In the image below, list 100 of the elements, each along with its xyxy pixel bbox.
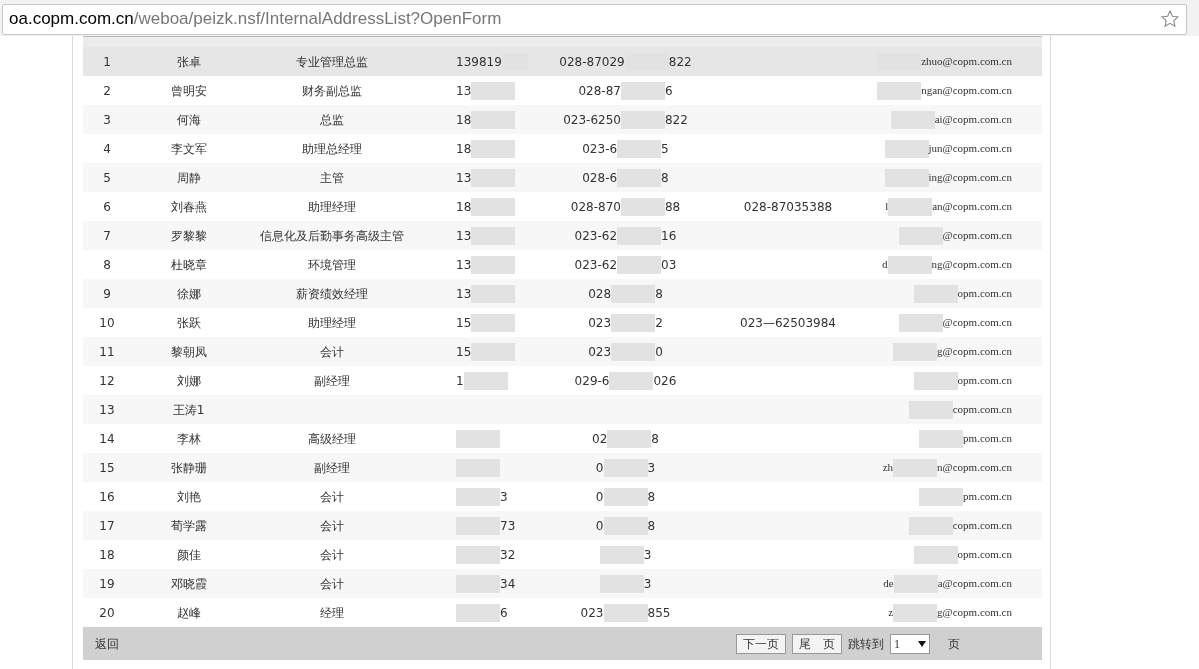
table-row[interactable]: 5 周静 主管 13 028-6 8 ing@copm.com.cn [83, 163, 1042, 192]
cell-text: 8 [655, 285, 663, 303]
cell-text: 8 [647, 488, 656, 506]
page-unit: 页 [948, 635, 960, 653]
page-select[interactable]: 1 [890, 633, 930, 654]
name-cell-text: 赵峰 [176, 604, 201, 622]
redaction-block [603, 487, 648, 506]
cell-text: 8 [661, 169, 669, 187]
table-row[interactable]: 13 王涛1 copm.com.cn [83, 395, 1042, 424]
cell-text: 3 [643, 575, 652, 593]
cell-text: de [883, 576, 894, 592]
title-cell-text: 信息化及后勤事务高级主管 [260, 227, 404, 245]
cell-text: 8 [651, 430, 659, 448]
redaction-block [919, 487, 964, 506]
cell-text: 34 [500, 575, 516, 593]
title-cell-text: 会计 [320, 488, 344, 506]
table-row[interactable]: 17 荀学露 会计 73 0 8 copm.com.cn [83, 511, 1042, 540]
cell-text: l [885, 199, 889, 215]
cell-text: @copm.com.cn [942, 315, 1012, 331]
redaction-block [456, 603, 500, 622]
cell-text: g@copm.com.cn [937, 605, 1012, 621]
redaction-block [603, 603, 648, 622]
cell-text: 13 [456, 285, 472, 303]
table-row[interactable]: 3 何海 总监 18 023-6250 822 ai@copm.com.cn [83, 105, 1042, 134]
table-row[interactable]: 1 张卓 专业管理总监 139819 028-87029 822 zhuo@copm.com.cn [83, 47, 1042, 76]
cell-text: opm.com.cn [957, 286, 1012, 302]
table-row[interactable]: 19 邓晓霞 会计 34 3 de a@copm.com.cn [83, 569, 1042, 598]
redaction-block [893, 603, 938, 622]
dropdown-arrow-icon [918, 640, 926, 647]
table-row[interactable]: 11 黎朝凤 会计 15 023 0 g@copm.com.cn [83, 337, 1042, 366]
cell-text: ngan@copm.com.cn [921, 83, 1012, 99]
star-icon[interactable] [1160, 9, 1180, 29]
cell-text: 1 [456, 372, 464, 390]
name-cell-text: 刘艳 [176, 488, 201, 506]
table-row[interactable]: 7 罗黎黎 信息化及后勤事务高级主管 13 023-62 16 @copm.com.cn [83, 221, 1042, 250]
address-bar[interactable]: oa.copm.com.cn/weboa/peizk.nsf/InternalAddressList?OpenForm [2, 3, 1187, 35]
cell-text: 822 [668, 53, 692, 71]
cell-text: 3 [643, 546, 652, 564]
cell-text: g@copm.com.cn [937, 344, 1012, 360]
cell-text: ng@copm.com.cn [931, 257, 1012, 273]
title-cell-text: 会计 [320, 517, 344, 535]
cell-text: 13 [456, 82, 472, 100]
cell-text: 18 [456, 140, 472, 158]
name-cell-text: 张卓 [176, 53, 201, 71]
cell-text: d [882, 257, 888, 273]
row-number: 15 [99, 459, 115, 477]
redaction-block [620, 197, 665, 216]
table-row[interactable]: 15 张静珊 副经理 0 3 zh n@copm.com.cn [83, 453, 1042, 482]
name-cell-text: 王涛1 [172, 401, 205, 419]
row-number: 12 [99, 372, 115, 390]
cell-text: copm.com.cn [952, 402, 1012, 418]
cell-text: opm.com.cn [957, 373, 1012, 389]
row-number: 4 [103, 140, 111, 158]
row-number: 18 [99, 546, 115, 564]
redaction-block [609, 371, 654, 390]
row-number: 20 [99, 604, 115, 622]
row-number: 13 [99, 401, 115, 419]
redaction-block [919, 429, 964, 448]
next-page-button[interactable]: 下一页 [736, 633, 786, 654]
name-cell-text: 颜佳 [176, 546, 201, 564]
title-cell-text: 财务副总监 [302, 82, 362, 100]
url-host: oa.copm.com.cn [9, 8, 134, 31]
cell-text: 855 [647, 604, 671, 622]
title-cell-text: 专业管理总监 [296, 53, 368, 71]
cell-text: 028-87 [578, 82, 621, 100]
cell-text: 0 [595, 488, 604, 506]
row-number: 16 [99, 488, 115, 506]
redaction-block [607, 429, 652, 448]
cell-text: 822 [664, 111, 688, 129]
cell-text: 02 [592, 430, 608, 448]
title-cell-text: 会计 [320, 546, 344, 564]
title-cell-text: 副经理 [314, 372, 350, 390]
row-number: 8 [103, 256, 111, 274]
redaction-block [888, 197, 933, 216]
row-number: 5 [103, 169, 111, 187]
title-cell-text: 经理 [320, 604, 344, 622]
cell-text: 18 [456, 111, 472, 129]
cell-text: 15 [456, 314, 472, 332]
cell-text: 023-6250 [563, 111, 621, 129]
last-page-button[interactable]: 尾 页 [792, 633, 842, 654]
title-cell-text: 会计 [320, 343, 344, 361]
title-cell-text: 薪资绩效经理 [296, 285, 368, 303]
cell-text: 023 [588, 343, 612, 361]
row-number: 11 [99, 343, 115, 361]
redaction-block [884, 139, 929, 158]
redaction-block [887, 255, 932, 274]
back-link[interactable]: 返回 [95, 634, 119, 653]
name-cell-text: 刘娜 [176, 372, 201, 390]
cell-text: 15 [456, 343, 472, 361]
title-cell-text: 主管 [320, 169, 344, 187]
name-cell-text: 罗黎黎 [170, 227, 207, 245]
cell-text: a@copm.com.cn [937, 576, 1012, 592]
redaction-block [620, 81, 665, 100]
redaction-block [877, 81, 922, 100]
table-row[interactable]: 9 徐娜 薪资绩效经理 13 028 8 opm.com.cn [83, 279, 1042, 308]
row-number: 14 [99, 430, 115, 448]
cell-text: 028-870 [570, 198, 621, 216]
name-cell-text: 曾明安 [170, 82, 207, 100]
name-cell-text: 李林 [176, 430, 201, 448]
cell-text: 0 [595, 459, 604, 477]
